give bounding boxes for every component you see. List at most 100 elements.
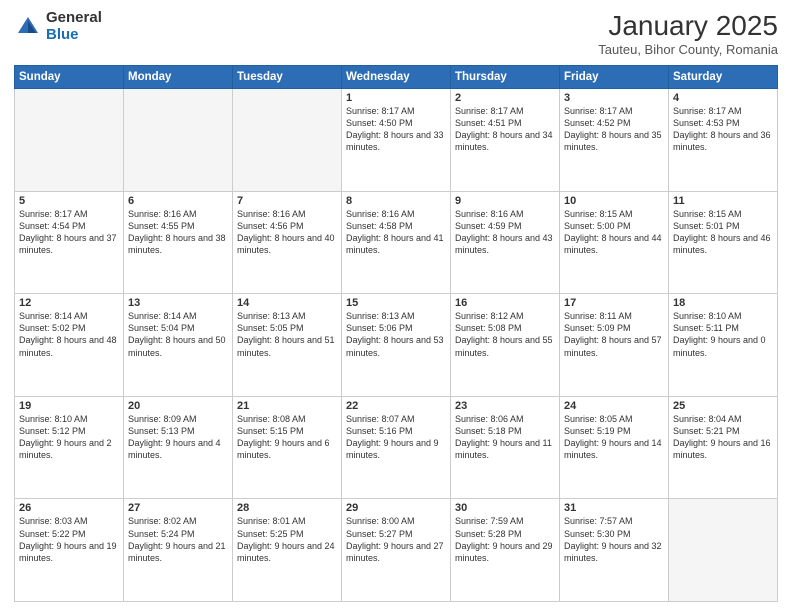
- day-cell: 2Sunrise: 8:17 AM Sunset: 4:51 PM Daylig…: [451, 89, 560, 192]
- day-number: 8: [346, 195, 446, 207]
- week-row-3: 19Sunrise: 8:10 AM Sunset: 5:12 PM Dayli…: [15, 396, 778, 499]
- day-cell: 17Sunrise: 8:11 AM Sunset: 5:09 PM Dayli…: [560, 294, 669, 397]
- day-info: Sunrise: 8:01 AM Sunset: 5:25 PM Dayligh…: [237, 515, 337, 564]
- day-cell: 22Sunrise: 8:07 AM Sunset: 5:16 PM Dayli…: [342, 396, 451, 499]
- day-cell: 7Sunrise: 8:16 AM Sunset: 4:56 PM Daylig…: [233, 191, 342, 294]
- header: General Blue January 2025 Tauteu, Bihor …: [14, 10, 778, 57]
- day-info: Sunrise: 8:16 AM Sunset: 4:55 PM Dayligh…: [128, 208, 228, 257]
- day-cell: 30Sunrise: 7:59 AM Sunset: 5:28 PM Dayli…: [451, 499, 560, 602]
- week-row-2: 12Sunrise: 8:14 AM Sunset: 5:02 PM Dayli…: [15, 294, 778, 397]
- day-cell: [669, 499, 778, 602]
- day-number: 21: [237, 400, 337, 412]
- day-cell: 31Sunrise: 7:57 AM Sunset: 5:30 PM Dayli…: [560, 499, 669, 602]
- day-info: Sunrise: 8:17 AM Sunset: 4:50 PM Dayligh…: [346, 105, 446, 154]
- day-number: 29: [346, 502, 446, 514]
- day-cell: 12Sunrise: 8:14 AM Sunset: 5:02 PM Dayli…: [15, 294, 124, 397]
- logo-blue: Blue: [46, 27, 102, 44]
- day-cell: 18Sunrise: 8:10 AM Sunset: 5:11 PM Dayli…: [669, 294, 778, 397]
- logo: General Blue: [14, 10, 102, 43]
- day-cell: 24Sunrise: 8:05 AM Sunset: 5:19 PM Dayli…: [560, 396, 669, 499]
- day-number: 19: [19, 400, 119, 412]
- day-info: Sunrise: 8:02 AM Sunset: 5:24 PM Dayligh…: [128, 515, 228, 564]
- day-number: 24: [564, 400, 664, 412]
- day-number: 31: [564, 502, 664, 514]
- day-info: Sunrise: 8:12 AM Sunset: 5:08 PM Dayligh…: [455, 310, 555, 359]
- day-cell: 20Sunrise: 8:09 AM Sunset: 5:13 PM Dayli…: [124, 396, 233, 499]
- day-number: 13: [128, 297, 228, 309]
- day-cell: 21Sunrise: 8:08 AM Sunset: 5:15 PM Dayli…: [233, 396, 342, 499]
- day-info: Sunrise: 8:15 AM Sunset: 5:00 PM Dayligh…: [564, 208, 664, 257]
- weekday-header-monday: Monday: [124, 66, 233, 89]
- day-info: Sunrise: 8:00 AM Sunset: 5:27 PM Dayligh…: [346, 515, 446, 564]
- day-cell: 14Sunrise: 8:13 AM Sunset: 5:05 PM Dayli…: [233, 294, 342, 397]
- day-cell: 29Sunrise: 8:00 AM Sunset: 5:27 PM Dayli…: [342, 499, 451, 602]
- day-number: 26: [19, 502, 119, 514]
- day-cell: [124, 89, 233, 192]
- day-info: Sunrise: 8:15 AM Sunset: 5:01 PM Dayligh…: [673, 208, 773, 257]
- day-cell: 1Sunrise: 8:17 AM Sunset: 4:50 PM Daylig…: [342, 89, 451, 192]
- day-cell: 19Sunrise: 8:10 AM Sunset: 5:12 PM Dayli…: [15, 396, 124, 499]
- day-number: 30: [455, 502, 555, 514]
- day-info: Sunrise: 8:17 AM Sunset: 4:52 PM Dayligh…: [564, 105, 664, 154]
- day-cell: 11Sunrise: 8:15 AM Sunset: 5:01 PM Dayli…: [669, 191, 778, 294]
- weekday-header-tuesday: Tuesday: [233, 66, 342, 89]
- day-info: Sunrise: 8:03 AM Sunset: 5:22 PM Dayligh…: [19, 515, 119, 564]
- day-number: 14: [237, 297, 337, 309]
- week-row-1: 5Sunrise: 8:17 AM Sunset: 4:54 PM Daylig…: [15, 191, 778, 294]
- weekday-header-saturday: Saturday: [669, 66, 778, 89]
- logo-icon: [14, 13, 42, 41]
- day-number: 4: [673, 92, 773, 104]
- day-info: Sunrise: 8:06 AM Sunset: 5:18 PM Dayligh…: [455, 413, 555, 462]
- day-cell: [15, 89, 124, 192]
- day-cell: 13Sunrise: 8:14 AM Sunset: 5:04 PM Dayli…: [124, 294, 233, 397]
- day-number: 5: [19, 195, 119, 207]
- day-number: 12: [19, 297, 119, 309]
- day-number: 18: [673, 297, 773, 309]
- day-number: 25: [673, 400, 773, 412]
- day-number: 16: [455, 297, 555, 309]
- day-number: 28: [237, 502, 337, 514]
- day-number: 10: [564, 195, 664, 207]
- logo-general: General: [46, 10, 102, 27]
- day-cell: 27Sunrise: 8:02 AM Sunset: 5:24 PM Dayli…: [124, 499, 233, 602]
- weekday-header-wednesday: Wednesday: [342, 66, 451, 89]
- day-cell: 4Sunrise: 8:17 AM Sunset: 4:53 PM Daylig…: [669, 89, 778, 192]
- day-number: 2: [455, 92, 555, 104]
- day-number: 17: [564, 297, 664, 309]
- day-info: Sunrise: 8:16 AM Sunset: 4:59 PM Dayligh…: [455, 208, 555, 257]
- day-number: 20: [128, 400, 228, 412]
- day-number: 22: [346, 400, 446, 412]
- day-info: Sunrise: 8:04 AM Sunset: 5:21 PM Dayligh…: [673, 413, 773, 462]
- day-cell: [233, 89, 342, 192]
- day-info: Sunrise: 8:17 AM Sunset: 4:53 PM Dayligh…: [673, 105, 773, 154]
- day-cell: 6Sunrise: 8:16 AM Sunset: 4:55 PM Daylig…: [124, 191, 233, 294]
- day-cell: 25Sunrise: 8:04 AM Sunset: 5:21 PM Dayli…: [669, 396, 778, 499]
- day-cell: 15Sunrise: 8:13 AM Sunset: 5:06 PM Dayli…: [342, 294, 451, 397]
- weekday-header-friday: Friday: [560, 66, 669, 89]
- day-info: Sunrise: 8:17 AM Sunset: 4:51 PM Dayligh…: [455, 105, 555, 154]
- day-number: 23: [455, 400, 555, 412]
- day-info: Sunrise: 8:10 AM Sunset: 5:12 PM Dayligh…: [19, 413, 119, 462]
- day-number: 7: [237, 195, 337, 207]
- day-cell: 9Sunrise: 8:16 AM Sunset: 4:59 PM Daylig…: [451, 191, 560, 294]
- page: General Blue January 2025 Tauteu, Bihor …: [0, 0, 792, 612]
- day-number: 6: [128, 195, 228, 207]
- day-info: Sunrise: 8:16 AM Sunset: 4:56 PM Dayligh…: [237, 208, 337, 257]
- week-row-0: 1Sunrise: 8:17 AM Sunset: 4:50 PM Daylig…: [15, 89, 778, 192]
- day-cell: 8Sunrise: 8:16 AM Sunset: 4:58 PM Daylig…: [342, 191, 451, 294]
- day-info: Sunrise: 8:11 AM Sunset: 5:09 PM Dayligh…: [564, 310, 664, 359]
- subtitle: Tauteu, Bihor County, Romania: [598, 42, 778, 57]
- day-info: Sunrise: 8:17 AM Sunset: 4:54 PM Dayligh…: [19, 208, 119, 257]
- weekday-header-sunday: Sunday: [15, 66, 124, 89]
- day-info: Sunrise: 8:09 AM Sunset: 5:13 PM Dayligh…: [128, 413, 228, 462]
- day-info: Sunrise: 8:14 AM Sunset: 5:02 PM Dayligh…: [19, 310, 119, 359]
- day-cell: 26Sunrise: 8:03 AM Sunset: 5:22 PM Dayli…: [15, 499, 124, 602]
- day-number: 1: [346, 92, 446, 104]
- day-cell: 5Sunrise: 8:17 AM Sunset: 4:54 PM Daylig…: [15, 191, 124, 294]
- day-number: 3: [564, 92, 664, 104]
- day-info: Sunrise: 7:59 AM Sunset: 5:28 PM Dayligh…: [455, 515, 555, 564]
- weekday-header-row: SundayMondayTuesdayWednesdayThursdayFrid…: [15, 66, 778, 89]
- day-info: Sunrise: 7:57 AM Sunset: 5:30 PM Dayligh…: [564, 515, 664, 564]
- logo-text: General Blue: [46, 10, 102, 43]
- day-info: Sunrise: 8:14 AM Sunset: 5:04 PM Dayligh…: [128, 310, 228, 359]
